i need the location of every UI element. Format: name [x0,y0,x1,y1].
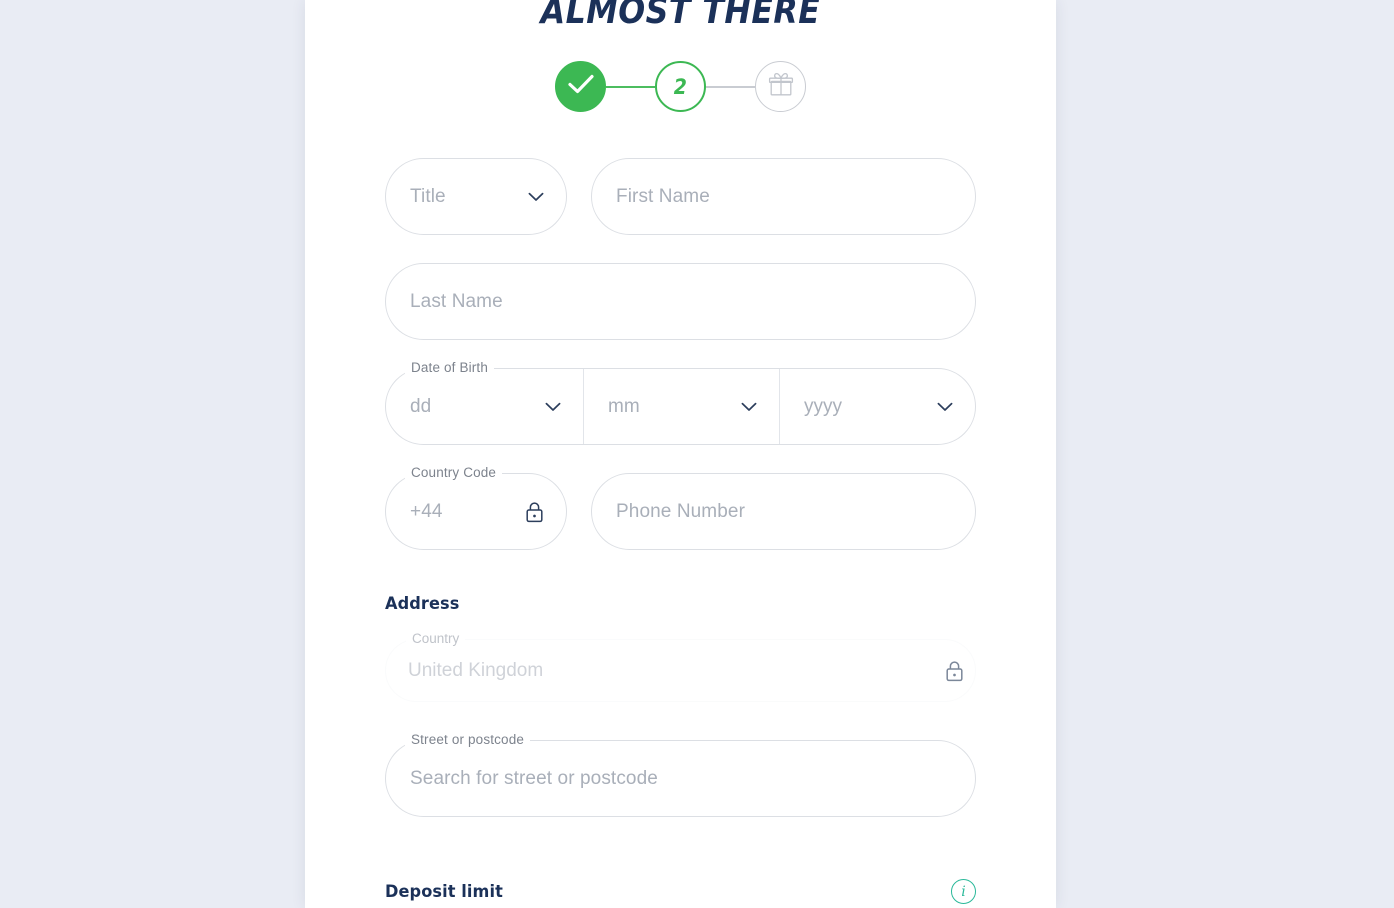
first-name-placeholder: First Name [616,186,710,207]
last-name-input[interactable]: Last Name [385,263,976,340]
deposit-limit-row: Deposit limit i [385,879,976,904]
street-postcode-group: Street or postcode Search for street or … [385,731,976,817]
check-icon [567,74,594,99]
country-code-field[interactable]: Country Code +44 [385,464,567,550]
country-value: United Kingdom [408,659,544,681]
country-label: Country [406,631,466,646]
street-postcode-label: Street or postcode [405,731,531,749]
date-of-birth-group: Date of Birth dd mm yyyy [385,359,976,445]
page-root: ALMOST THERE 2 Title First Name Last Nam… [0,0,1394,908]
lock-icon [945,660,964,682]
dob-day-placeholder: dd [410,395,432,417]
info-icon[interactable]: i [951,879,976,904]
phone-number-placeholder: Phone Number [616,501,745,522]
title-select[interactable]: Title [385,158,567,235]
last-name-placeholder: Last Name [410,291,503,312]
chevron-down-icon[interactable] [741,402,757,412]
street-postcode-input[interactable]: Search for street or postcode [385,740,976,817]
chevron-down-icon[interactable] [937,402,953,412]
street-postcode-placeholder: Search for street or postcode [410,768,658,789]
country-code-label: Country Code [405,464,503,482]
date-of-birth-label: Date of Birth [405,359,494,377]
page-title: ALMOST THERE [540,0,821,32]
dob-month-placeholder: mm [608,395,640,417]
stepper-step-2-current[interactable]: 2 [655,61,706,112]
deposit-limit-heading: Deposit limit [385,881,503,902]
gift-icon [768,72,794,102]
chevron-down-icon[interactable] [545,402,561,412]
stepper-step-3-reward[interactable] [755,61,806,112]
stepper-connector-1 [606,85,655,88]
signup-card: ALMOST THERE 2 Title First Name Last Nam… [305,0,1056,908]
country-field[interactable]: Country United Kingdom [385,631,976,702]
dob-year-select[interactable]: yyyy [779,369,975,444]
chevron-down-icon[interactable] [528,192,544,202]
address-section-heading: Address [385,594,460,614]
stepper-step-2-label: 2 [673,74,688,99]
dob-day-select[interactable]: dd [386,369,583,444]
registration-form: Title First Name Last Name Date of Birth… [385,158,976,904]
title-select-placeholder: Title [410,186,446,207]
phone-number-input[interactable]: Phone Number [591,473,976,550]
first-name-input[interactable]: First Name [591,158,976,235]
dob-month-select[interactable]: mm [583,369,779,444]
progress-stepper: 2 [305,61,1056,112]
country-code-value: +44 [410,501,443,522]
dob-year-placeholder: yyyy [804,395,842,417]
stepper-step-1-complete[interactable] [555,61,606,112]
stepper-connector-2 [706,85,755,88]
lock-icon [525,501,544,523]
name-row: Title First Name [385,158,976,235]
phone-row: Country Code +44 Phone Number [385,464,976,550]
